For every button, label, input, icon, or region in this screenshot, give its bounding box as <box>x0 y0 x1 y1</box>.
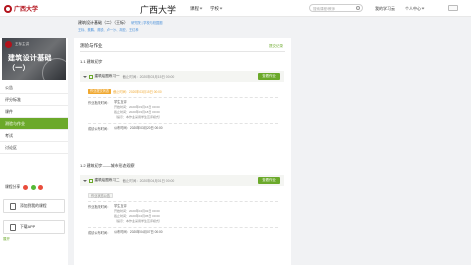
divider <box>88 97 278 98</box>
chevron-down-icon <box>421 6 425 10</box>
view-assignment-button[interactable]: 查看作业 <box>258 177 280 184</box>
university-logo[interactable]: 广西大学 <box>4 4 38 13</box>
sidebar-item-exam[interactable]: 考试 <box>0 130 68 142</box>
status-badge: 作业提交状态 <box>88 88 112 94</box>
assignment-info: 建筑绘图练习一 截止时间：2020年03月15日 00:00 <box>83 74 174 79</box>
page-title: 测验与作业 <box>80 43 103 48</box>
status-badge: 作业状态公告 <box>88 192 114 198</box>
publish-row: 成绩公布时间： 公布时间：2020年03月20日 00:00 <box>88 126 284 131</box>
review-row: 作业批改时间： 学生互评 开始时间：2020年04月02日 00:00 截止时间… <box>88 204 284 224</box>
search-icon[interactable] <box>356 6 360 11</box>
add-course-button[interactable]: 添加到我的课程 <box>3 199 65 213</box>
assignment-info: 建筑绘图练习二 截止时间：2020年04月01日 00:00 <box>83 178 174 183</box>
status-row: 作业状态公告 <box>88 192 284 198</box>
brand-title: 广西大学 <box>140 5 177 15</box>
caret-down-icon[interactable] <box>83 75 87 78</box>
review-note: （提示：本作业采用学生互评模式） <box>114 218 163 223</box>
sidebar-item-announcements[interactable]: 公告 <box>0 82 68 94</box>
sidebar-item-courseware[interactable]: 课件 <box>0 106 68 118</box>
document-icon <box>89 74 93 79</box>
search-box <box>309 4 363 12</box>
message-icon[interactable] <box>448 5 458 11</box>
sidebar-item-forum[interactable]: 讨论区 <box>0 142 68 154</box>
course-header: 建筑设计基础（二）（王标） 研究院 | 学校与校园圈 王标、樊鹏、曾锐、卢一沙、… <box>78 20 162 32</box>
review-values: 学生互评 开始时间：2020年04月02日 00:00 截止时间：2020年04… <box>114 204 162 224</box>
nav-school[interactable]: 学校 <box>210 6 223 12</box>
nav-course-label: 课程 <box>190 6 199 11</box>
sidebar-item-assignments[interactable]: 测验与作业 <box>0 118 68 130</box>
publish-row: 成绩公布时间： 公布时间：2020年04月07日 00:00 <box>88 230 284 235</box>
status-deadline: 截止时间：2020年03月15日 00:00 <box>113 89 162 94</box>
share-label: 课程分享 <box>5 185 21 189</box>
review-label: 作业批改时间： <box>88 204 111 209</box>
assignment-details: 作业状态公告 作业批改时间： 学生互评 开始时间：2020年04月02日 00:… <box>88 192 284 235</box>
submission-history-link[interactable]: 提交记录 <box>269 44 283 49</box>
cover-emblem-icon <box>5 41 12 48</box>
course-title: 建筑设计基础（二）（王标） <box>78 20 128 25</box>
cover-subtitle: 王标主讲 <box>15 42 29 46</box>
download-app-label: 下载APP <box>20 224 36 229</box>
assignment-deadline: 截止时间：2020年04月01日 00:00 <box>122 179 175 183</box>
weibo-icon[interactable] <box>23 185 29 190</box>
wechat-icon[interactable] <box>30 185 36 190</box>
course-meta[interactable]: 研究院 | 学校与校园圈 <box>131 21 162 25</box>
status-row: 作业提交状态 截止时间：2020年03月15日 00:00 <box>88 88 284 94</box>
review-values: 学生互评 开始时间：2020年03月16日 00:00 截止时间：2020年03… <box>114 100 162 120</box>
section-title: 1.2 建筑初步——城市形态观察 <box>80 163 135 168</box>
nav-course[interactable]: 课程 <box>190 6 203 12</box>
publish-date: 公布时间：2020年04月07日 00:00 <box>114 229 163 234</box>
personal-center-label: 个人中心 <box>405 6 421 11</box>
document-icon <box>89 178 93 183</box>
chevron-down-icon <box>199 6 203 10</box>
assignment-name: 建筑绘图练习一 <box>94 74 120 78</box>
divider <box>80 51 285 52</box>
logo-text: 广西大学 <box>14 7 39 13</box>
section-title: 1.1 建筑初步 <box>80 59 103 64</box>
personal-center-link[interactable]: 个人中心 <box>405 6 425 12</box>
caret-down-icon[interactable] <box>83 179 87 182</box>
emblem-icon <box>4 4 12 13</box>
course-cover: 王标主讲 建筑设计基础（一） <box>2 38 66 80</box>
publish-label: 成绩公布时间： <box>88 230 111 235</box>
top-header: 广西大学 广西大学 课程 学校 我的学习云 个人中心 <box>0 0 471 17</box>
review-note: （提示：本作业采用学生互评模式） <box>114 114 163 119</box>
publish-date: 公布时间：2020年03月20日 00:00 <box>114 125 163 130</box>
course-share: 课程分享 <box>5 185 46 190</box>
sidebar: 王标主讲 建筑设计基础（一） 公告 评分标准 课件 测验与作业 考试 讨论区 课… <box>0 38 68 265</box>
main-content: 测验与作业 提交记录 1.1 建筑初步 建筑绘图练习一 截止时间：2020年03… <box>74 38 291 265</box>
my-study-link[interactable]: 我的学习云 <box>375 6 395 12</box>
divider <box>88 226 278 228</box>
add-course-label: 添加到我的课程 <box>20 203 47 208</box>
assignment-deadline: 截止时间：2020年03月15日 00:00 <box>122 75 175 79</box>
course-teachers[interactable]: 王标、樊鹏、曾锐、卢一沙、胡亚、王红孝 <box>78 27 162 32</box>
nav-school-label: 学校 <box>210 6 219 11</box>
view-assignment-button[interactable]: 查看作业 <box>258 73 280 80</box>
sidebar-menu: 公告 评分标准 课件 测验与作业 考试 讨论区 <box>0 82 68 154</box>
phone-icon <box>10 223 16 231</box>
right-gutter <box>298 38 471 265</box>
chevron-down-icon <box>219 6 223 10</box>
assignment-details: 作业提交状态 截止时间：2020年03月15日 00:00 作业批改时间： 学生… <box>88 88 284 131</box>
review-row: 作业批改时间： 学生互评 开始时间：2020年03月16日 00:00 截止时间… <box>88 100 284 120</box>
bookmark-icon <box>10 202 16 210</box>
search-input[interactable] <box>313 5 357 12</box>
assignment-name: 建筑绘图练习二 <box>94 178 120 182</box>
review-label: 作业批改时间： <box>88 100 111 105</box>
divider <box>88 201 278 202</box>
sidebar-item-grading[interactable]: 评分标准 <box>0 94 68 106</box>
publish-label: 成绩公布时间： <box>88 126 111 131</box>
expand-link[interactable]: 展开 <box>3 237 10 242</box>
download-app-button[interactable]: 下载APP <box>3 220 65 234</box>
qzone-icon[interactable] <box>38 185 44 190</box>
cover-decoration <box>42 58 66 80</box>
assignment-row[interactable]: 建筑绘图练习一 截止时间：2020年03月15日 00:00 查看作业 <box>80 71 284 82</box>
divider <box>88 122 278 124</box>
assignment-row[interactable]: 建筑绘图练习二 截止时间：2020年04月01日 00:00 查看作业 <box>80 175 284 186</box>
